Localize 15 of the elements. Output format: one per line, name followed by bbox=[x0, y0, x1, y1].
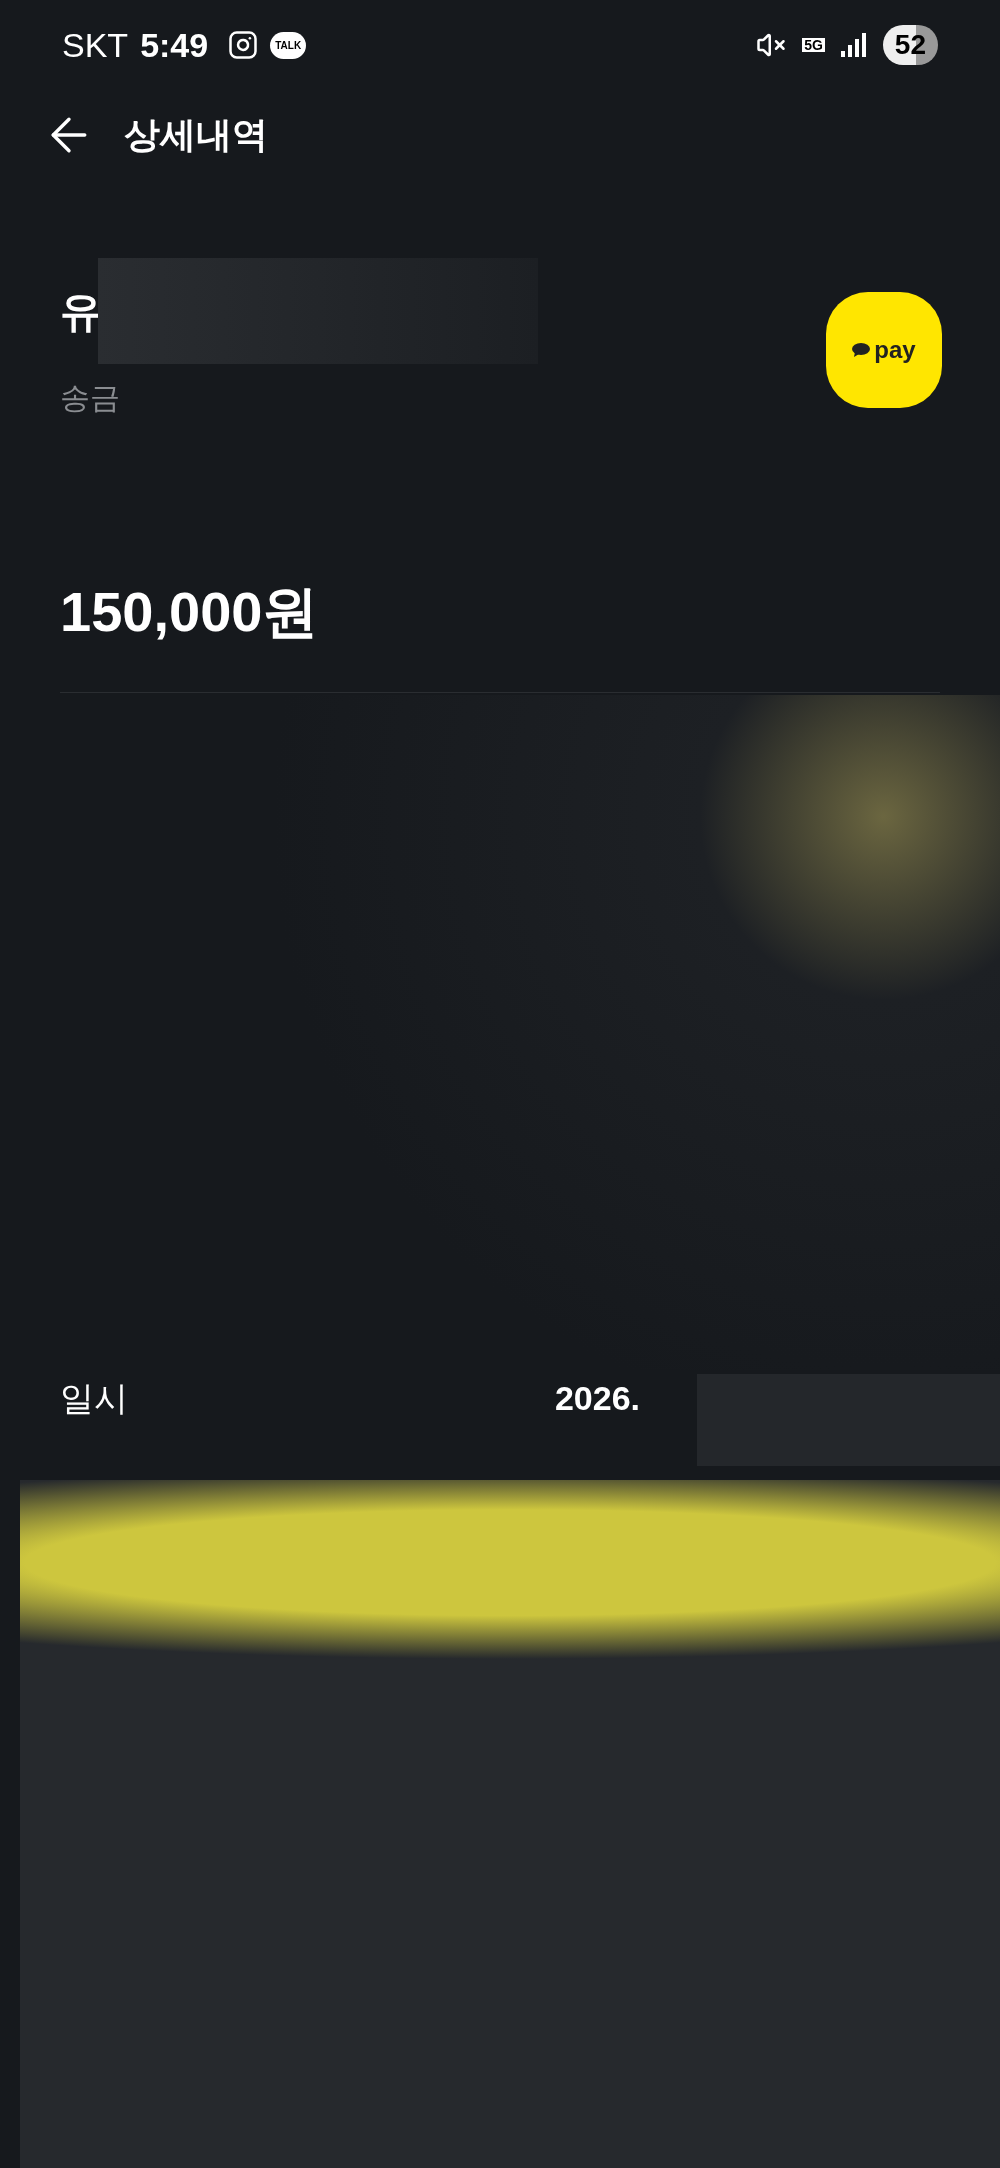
logo-text: pay bbox=[874, 335, 916, 365]
amount: 150,000원 bbox=[59, 579, 320, 645]
carrier: SKT bbox=[62, 24, 129, 66]
detail-value: 2026. bbox=[554, 1377, 640, 1419]
chat-bubble-icon: TALK bbox=[270, 31, 307, 59]
transaction-type: 송금 bbox=[60, 380, 120, 416]
signal-icon bbox=[840, 33, 867, 57]
detail-label: 일시 bbox=[60, 1377, 128, 1419]
recipient-name: 유 bbox=[60, 287, 103, 337]
camera-icon bbox=[228, 30, 259, 60]
battery-indicator: 52 bbox=[882, 25, 938, 65]
network-indicator: 5G bbox=[802, 38, 825, 52]
speech-bubble-icon bbox=[852, 343, 871, 357]
clock: 5:49 bbox=[140, 24, 209, 66]
page-title: 상세내역 bbox=[124, 113, 268, 157]
